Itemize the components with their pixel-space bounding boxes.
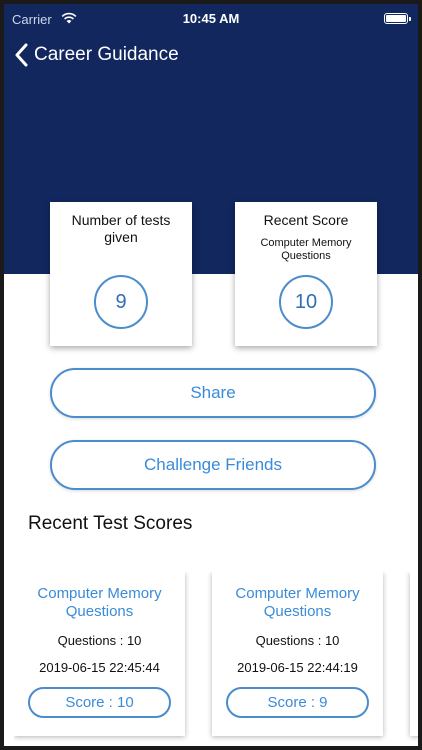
recent-score-value: 10 [279, 275, 333, 329]
share-button[interactable]: Share [50, 368, 376, 418]
recent-score-label: Recent Score [263, 212, 349, 228]
score-card[interactable]: Computer Memory Questions Questions : 10… [14, 572, 185, 736]
score-card-questions: Questions : 10 [255, 633, 340, 648]
score-card-questions: Questions : 10 [57, 633, 142, 648]
recent-score-subtitle: Computer Memory Questions [260, 237, 352, 262]
recent-score-card: Recent Score Computer Memory Questions 1… [235, 202, 377, 346]
status-bar: Carrier 10:45 AM [4, 4, 418, 32]
score-card-title[interactable]: Computer Memory Questions [212, 585, 383, 621]
battery-icon [384, 13, 411, 24]
chevron-left-icon [15, 43, 28, 67]
status-time: 10:45 AM [182, 11, 240, 26]
challenge-friends-button[interactable]: Challenge Friends [50, 440, 376, 490]
score-card[interactable]: Computer Memory Questions Questions : 10… [212, 572, 383, 736]
tests-given-card: Number of tests given 9 [50, 202, 192, 346]
recent-test-scores-heading: Recent Test Scores [28, 513, 193, 534]
recent-scores-carousel[interactable]: Computer Memory Questions Questions : 10… [14, 572, 418, 742]
app-screen: Carrier 10:45 AM Career Guidance Number … [4, 4, 418, 746]
back-button[interactable]: Career Guidance [14, 40, 179, 70]
score-card-score-button[interactable]: Score : 10 [28, 687, 171, 718]
score-card-date: 2019-06-15 22:44:19 [237, 660, 358, 675]
tests-given-value: 9 [94, 275, 148, 329]
score-card-title[interactable]: Computer Memory Questions [14, 585, 185, 621]
score-card-date: 2019-06-15 22:45:44 [39, 660, 160, 675]
score-card-partial[interactable] [410, 572, 418, 736]
tests-given-label: Number of tests given [71, 212, 171, 245]
nav-title: Career Guidance [34, 44, 179, 65]
score-card-score-button[interactable]: Score : 9 [226, 687, 369, 718]
